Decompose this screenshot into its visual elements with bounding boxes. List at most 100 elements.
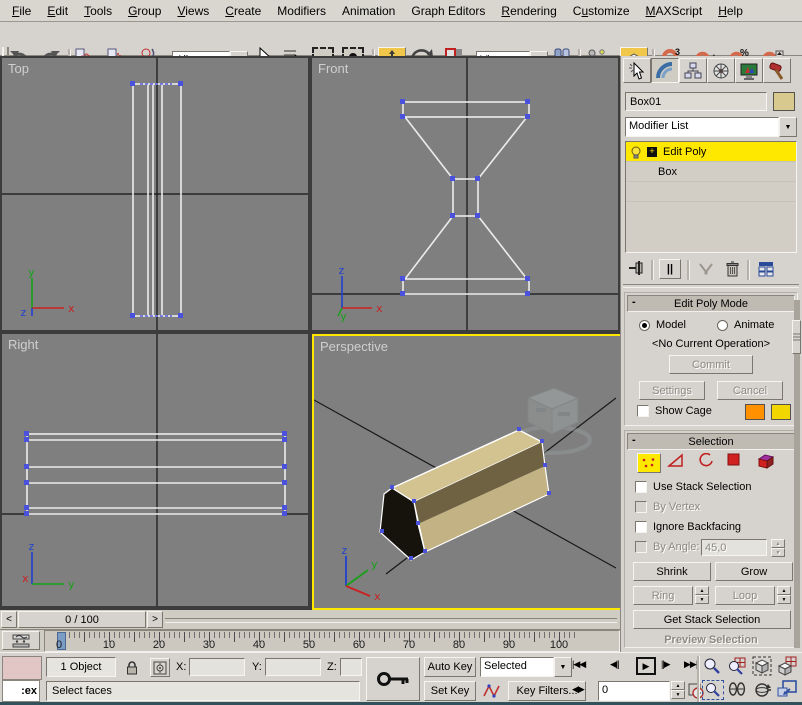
use-stack-selection-row[interactable]: Use Stack Selection [635,481,751,493]
viewport-top[interactable]: Top y x z [2,58,308,330]
frame-spinner[interactable]: ▲ ▼ [671,681,685,699]
selection-rollout-header[interactable]: - Selection [627,433,795,450]
animate-radio[interactable] [717,320,728,331]
current-frame-field[interactable]: 0 [598,681,670,701]
expand-plus-icon[interactable]: + [647,147,657,157]
viewport-right[interactable]: Right z y x [2,334,308,606]
cage-selected-color-swatch[interactable] [771,404,791,420]
viewport-label[interactable]: Right [8,337,38,352]
menu-views[interactable]: Views [169,2,217,20]
viewport-label[interactable]: Top [8,61,29,76]
ignore-backfacing-checkbox[interactable] [635,521,647,533]
tab-motion[interactable] [707,58,735,83]
ring-button[interactable]: Ring [633,586,693,605]
object-color-swatch[interactable] [773,92,795,111]
menu-create[interactable]: Create [217,2,269,20]
viewport-perspective[interactable]: Perspective [312,334,622,610]
time-slider-prev-button[interactable]: < [1,611,17,628]
time-slider-track[interactable] [165,618,617,623]
set-key-button[interactable]: Set Key [424,681,476,701]
scrollbar-thumb[interactable] [792,320,801,354]
element-sub-object-button[interactable] [757,453,781,473]
loop-spinner[interactable]: ▲ ▼ [777,586,791,604]
remove-modifier-button[interactable] [721,259,743,279]
menu-animation[interactable]: Animation [334,2,403,20]
configure-modifier-sets-button[interactable] [755,259,777,279]
time-slider-value-button[interactable]: 0 / 100 [18,611,146,628]
x-coordinate-field[interactable] [189,658,245,676]
ring-spinner[interactable]: ▲ ▼ [695,586,709,604]
edit-poly-mode-rollout-header[interactable]: - Edit Poly Mode [627,295,795,312]
commit-button[interactable]: Commit [669,355,753,374]
stack-row-box[interactable]: Box [626,162,796,182]
stack-row-edit-poly[interactable]: + Edit Poly [626,142,796,162]
show-cage-checkbox[interactable] [637,405,649,417]
key-filter-mode-combo[interactable]: Selected ▼ [480,657,572,677]
menu-maxscript[interactable]: MAXScript [638,2,711,20]
open-mini-curve-editor-button[interactable] [2,631,40,650]
go-to-end-button[interactable]: ▶▶| [684,659,697,670]
menu-file[interactable]: File [4,2,39,20]
zoom-all-button[interactable] [727,656,749,676]
arc-rotate-button[interactable] [752,680,774,700]
by-angle-checkbox[interactable] [635,541,647,553]
tab-create[interactable] [623,58,651,83]
ignore-backfacing-row[interactable]: Ignore Backfacing [635,521,741,533]
go-to-start-button[interactable]: |◀◀ [572,659,585,670]
maximize-viewport-toggle-button[interactable] [777,680,799,700]
y-coordinate-field[interactable] [265,658,321,676]
zoom-extents-all-button[interactable] [777,656,799,676]
use-stack-selection-checkbox[interactable] [635,481,647,493]
animate-radio-row[interactable]: Animate [717,319,774,331]
viewport-label[interactable]: Front [318,61,348,76]
menu-edit[interactable]: Edit [39,2,76,20]
key-mode-toggle-button[interactable]: ◀▶ [572,684,584,695]
shrink-button[interactable]: Shrink [633,562,711,581]
settings-button[interactable]: Settings [639,381,705,400]
menu-rendering[interactable]: Rendering [493,2,564,20]
viewport-front[interactable]: Front z x y [312,58,618,330]
edge-sub-object-button[interactable] [667,453,691,473]
pin-stack-button[interactable] [627,259,647,279]
maxscript-mini-listener-text[interactable]: :ex [2,680,40,702]
tab-utilities[interactable] [763,58,791,83]
polygon-sub-object-button[interactable] [727,453,751,473]
next-frame-button[interactable]: ||▶ [661,659,670,670]
loop-button[interactable]: Loop [715,586,775,605]
viewport-label[interactable]: Perspective [320,339,388,354]
object-name-field[interactable]: Box01 [625,92,767,111]
auto-key-button[interactable]: Auto Key [424,657,476,677]
play-button[interactable]: ▶ [636,657,656,675]
tab-hierarchy[interactable] [679,58,707,83]
cancel-button[interactable]: Cancel [717,381,783,400]
show-end-result-toggle[interactable]: || [659,259,681,279]
selection-lock-toggle[interactable] [122,658,142,677]
maxscript-mini-listener-pink[interactable] [2,656,42,680]
menu-group[interactable]: Group [120,2,169,20]
menu-modifiers[interactable]: Modifiers [269,2,334,20]
by-vertex-checkbox[interactable] [635,501,647,513]
model-radio-row[interactable]: Model [639,319,686,331]
combo-arrow-icon[interactable]: ▼ [779,117,797,137]
combo-arrow-icon[interactable]: ▼ [554,657,572,677]
zoom-extents-button[interactable] [752,656,774,676]
set-keys-button[interactable] [366,657,420,701]
border-sub-object-button[interactable] [697,453,721,473]
menu-tools[interactable]: Tools [76,2,120,20]
zoom-button[interactable] [702,656,724,676]
previous-frame-button[interactable]: ◀|| [610,659,619,670]
absolute-offset-mode-toggle[interactable] [150,658,170,677]
current-frame-value[interactable]: 0 [598,681,670,701]
region-zoom-button[interactable] [702,680,724,700]
by-angle-spinner[interactable]: ▲ ▼ [771,539,785,557]
make-unique-button[interactable] [695,259,717,279]
pan-view-button[interactable] [727,680,749,700]
vertex-sub-object-button[interactable] [637,453,661,473]
menu-graph-editors[interactable]: Graph Editors [403,2,493,20]
model-radio[interactable] [639,320,650,331]
menu-customize[interactable]: Customize [565,2,638,20]
cage-color-swatch[interactable] [745,404,765,420]
lightbulb-icon[interactable] [629,145,643,159]
menu-help[interactable]: Help [710,2,751,20]
get-stack-selection-button[interactable]: Get Stack Selection [633,610,791,629]
